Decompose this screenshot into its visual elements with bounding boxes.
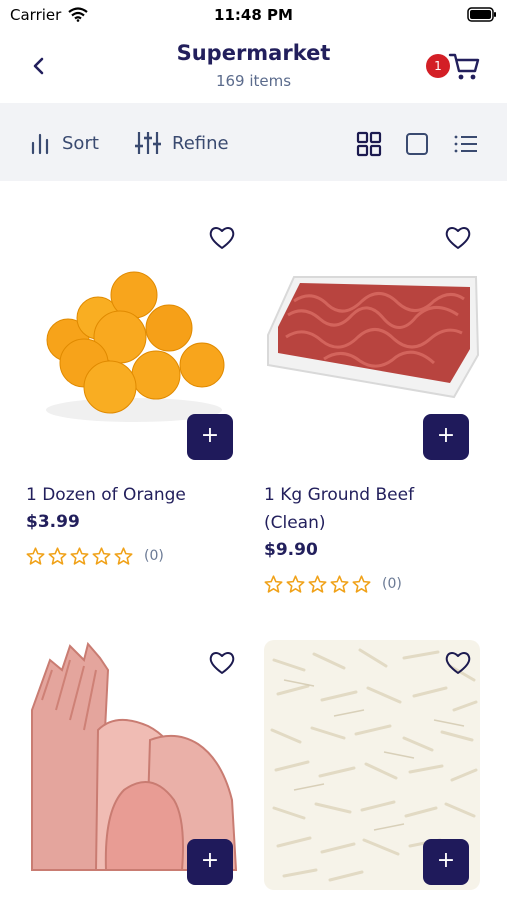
star-icon	[330, 575, 349, 593]
star-icon	[114, 547, 133, 565]
add-to-cart-button[interactable]: +	[187, 414, 233, 460]
product-price: $3.99	[26, 512, 80, 532]
product-rating: (0)	[26, 547, 164, 565]
sort-icon	[31, 133, 49, 155]
filter-toolbar: Sort Refine	[0, 103, 507, 181]
cart-icon[interactable]	[448, 50, 482, 84]
cart-badge: 1	[426, 54, 450, 78]
heart-icon[interactable]	[444, 650, 472, 676]
sort-button[interactable]: Sort	[28, 129, 99, 157]
star-icon	[286, 575, 305, 593]
single-view-icon[interactable]	[404, 131, 430, 157]
star-icon	[92, 547, 111, 565]
sort-label: Sort	[62, 132, 99, 154]
nav-header: Supermarket 169 items 1	[0, 32, 507, 102]
product-name[interactable]: 1 Dozen of Orange	[26, 481, 242, 509]
refine-button[interactable]: Refine	[134, 129, 229, 157]
add-to-cart-button[interactable]: +	[423, 839, 469, 885]
star-icon	[48, 547, 67, 565]
refine-icon	[135, 132, 161, 154]
grid-view-icon[interactable]	[356, 131, 382, 157]
star-icon	[308, 575, 327, 593]
heart-icon[interactable]	[208, 650, 236, 676]
star-icon	[264, 575, 283, 593]
status-bar: Carrier 11:48 PM	[0, 0, 507, 30]
star-icon	[26, 547, 45, 565]
add-to-cart-button[interactable]: +	[187, 839, 233, 885]
star-icon	[352, 575, 371, 593]
star-icon	[70, 547, 89, 565]
list-view-icon[interactable]	[453, 131, 479, 157]
heart-icon[interactable]	[208, 225, 236, 251]
add-to-cart-button[interactable]: +	[423, 414, 469, 460]
battery-icon	[467, 7, 496, 22]
product-rating: (0)	[264, 575, 402, 593]
refine-label: Refine	[172, 132, 229, 154]
heart-icon[interactable]	[444, 225, 472, 251]
clock: 11:48 PM	[214, 6, 293, 24]
rating-count: (0)	[144, 548, 164, 564]
product-price: $9.90	[264, 540, 318, 560]
product-name[interactable]: 1 Kg Ground Beef (Clean)	[264, 481, 480, 537]
rating-count: (0)	[382, 576, 402, 592]
